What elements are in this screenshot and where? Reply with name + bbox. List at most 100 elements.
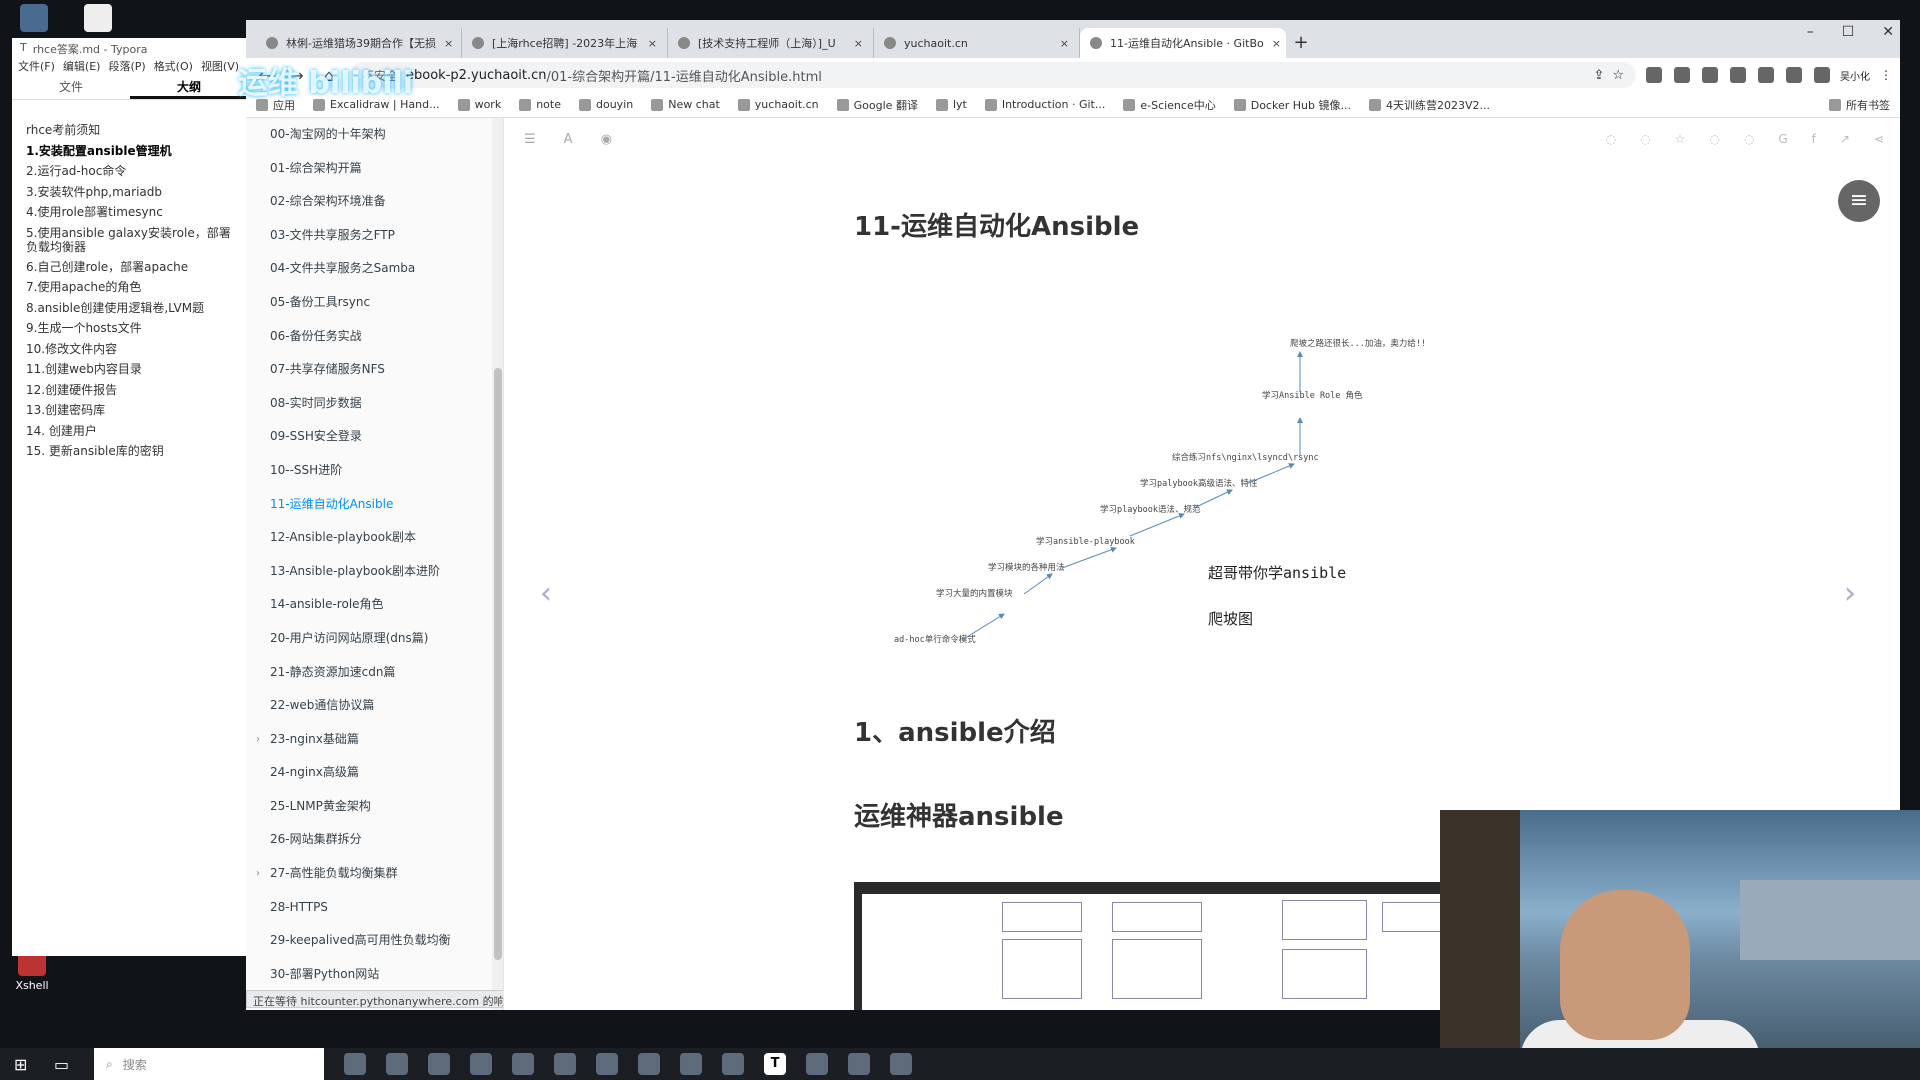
extension-icon[interactable] — [1758, 67, 1774, 83]
font-settings-icon[interactable]: A — [564, 132, 573, 147]
floating-menu-button[interactable]: ≡ — [1838, 180, 1880, 222]
share-icon[interactable]: ◌ — [1640, 132, 1650, 146]
more-icon[interactable]: ⋮ — [1880, 68, 1892, 82]
sidepanel-icon[interactable] — [1814, 67, 1830, 83]
outline-item[interactable]: 4.使用role部署timesync — [26, 202, 234, 223]
taskbar-app-icon[interactable] — [596, 1053, 618, 1075]
typora-taskbar-icon[interactable]: T — [764, 1053, 786, 1075]
summary-item[interactable]: 25-LNMP黄金架构 — [270, 790, 503, 824]
bookmark[interactable]: Introduction · Git... — [984, 98, 1105, 111]
summary-item[interactable]: 06-备份任务实战 — [270, 320, 503, 354]
outline-item[interactable]: 2.运行ad-hoc命令 — [26, 161, 234, 182]
summary-item[interactable]: 26-网站集群拆分 — [270, 823, 503, 857]
extension-icon[interactable] — [1646, 67, 1662, 83]
outline-item[interactable]: rhce考前须知 — [26, 120, 234, 141]
outline-item[interactable]: 12.创建硬件报告 — [26, 380, 234, 401]
menu-toggle-icon[interactable]: ☰ — [524, 132, 536, 147]
facebook-icon[interactable]: f — [1812, 132, 1816, 146]
outline-item[interactable]: 14. 创建用户 — [26, 421, 234, 442]
extension-icon[interactable] — [1674, 67, 1690, 83]
bookmark[interactable]: douyin — [579, 98, 633, 111]
summary-item[interactable]: 12-Ansible-playbook剧本 — [270, 521, 503, 555]
share-icon[interactable]: ◌ — [1744, 132, 1754, 146]
bookmark[interactable]: Docker Hub 镜像... — [1233, 97, 1351, 113]
summary-item[interactable]: 02-综合架构环境准备 — [270, 185, 503, 219]
summary-item[interactable]: 10--SSH进阶 — [270, 454, 503, 488]
bookmark[interactable]: note — [519, 98, 561, 111]
chevron-right-icon[interactable]: › — [256, 857, 260, 891]
folder-icon[interactable] — [722, 1053, 744, 1075]
summary-item[interactable]: 21-静态资源加速cdn篇 — [270, 656, 503, 690]
summary-item[interactable]: 14-ansible-role角色 — [270, 588, 503, 622]
taskbar-app-icon[interactable] — [554, 1053, 576, 1075]
tab-files[interactable]: 文件 — [12, 74, 130, 99]
close-window-icon[interactable]: ✕ — [1882, 24, 1894, 40]
menu-view[interactable]: 视图(V) — [201, 58, 239, 73]
extension-icon[interactable] — [1730, 67, 1746, 83]
bookmark[interactable]: Google 翻译 — [836, 97, 918, 113]
summary-item[interactable]: 03-文件共享服务之FTP — [270, 219, 503, 253]
menu-file[interactable]: 文件(F) — [18, 58, 55, 73]
close-icon[interactable]: × — [648, 37, 657, 50]
taskbar-app-icon[interactable] — [806, 1053, 828, 1075]
bookmark-star-icon[interactable]: ☆ — [1612, 68, 1624, 83]
taskbar-app-icon[interactable] — [638, 1053, 660, 1075]
summary-item[interactable]: › 27-高性能负载均衡集群 — [256, 857, 503, 891]
browser-tab[interactable]: [技术支持工程师（上海）]_U × — [668, 28, 874, 58]
taskbar-app-icon[interactable] — [428, 1053, 450, 1075]
maximize-icon[interactable]: ☐ — [1842, 24, 1855, 40]
outline-item[interactable]: 9.生成一个hosts文件 — [26, 318, 234, 339]
minimize-icon[interactable]: – — [1807, 24, 1814, 40]
summary-item[interactable]: 20-用户访问网站原理(dns篇) — [270, 622, 503, 656]
menu-format[interactable]: 格式(O) — [154, 58, 193, 73]
summary-item[interactable]: 22-web通信协议篇 — [270, 689, 503, 723]
bookmark[interactable]: yuchaoit.cn — [737, 98, 819, 111]
browser-tab-active[interactable]: 11-运维自动化Ansible · GitBo × — [1080, 28, 1286, 58]
taskbar-app-icon[interactable] — [890, 1053, 912, 1075]
close-icon[interactable]: × — [1272, 37, 1281, 50]
summary-item[interactable]: 09-SSH安全登录 — [270, 420, 503, 454]
task-view-icon[interactable]: ▭ — [54, 1055, 74, 1074]
summary-item[interactable]: 11-运维自动化Ansible — [270, 488, 503, 522]
chrome-icon[interactable] — [680, 1053, 702, 1075]
bookmark[interactable]: work — [457, 98, 501, 111]
summary-item[interactable]: 01-综合架构开篇 — [270, 152, 503, 186]
bookmark[interactable]: lyt — [935, 98, 967, 111]
summary-item[interactable]: 05-备份工具rsync — [270, 286, 503, 320]
share-icon[interactable]: ⇪ — [1593, 68, 1604, 83]
summary-item[interactable]: 07-共享存储服务NFS — [270, 353, 503, 387]
summary-item[interactable]: 28-HTTPS — [270, 891, 503, 925]
profile-label[interactable]: 吴小化 — [1840, 68, 1870, 83]
windows-start-icon[interactable]: ⊞ — [14, 1055, 34, 1074]
taskbar-app-icon[interactable] — [344, 1053, 366, 1075]
close-icon[interactable]: × — [1060, 37, 1069, 50]
outline-item[interactable]: 13.创建密码库 — [26, 400, 234, 421]
browser-tab[interactable]: [上海rhce招聘] -2023年上海 × — [462, 28, 668, 58]
summary-item[interactable]: 04-文件共享服务之Samba — [270, 252, 503, 286]
eye-icon[interactable]: ◉ — [601, 132, 612, 147]
wechat-icon[interactable] — [512, 1053, 534, 1075]
taskbar-app-icon[interactable] — [386, 1053, 408, 1075]
outline-item[interactable]: 11.创建web内容目录 — [26, 359, 234, 380]
bookmark[interactable]: e-Science中心 — [1123, 97, 1216, 113]
outline-item[interactable]: 7.使用apache的角色 — [26, 277, 234, 298]
summary-item[interactable]: 29-keepalived高可用性负载均衡 — [270, 924, 503, 958]
desktop-icon-document[interactable] — [68, 4, 128, 35]
outline-item[interactable]: 6.自己创建role，部署apache — [26, 257, 234, 278]
new-tab-button[interactable]: + — [1286, 28, 1316, 58]
desktop-icon-computer[interactable] — [4, 4, 64, 35]
share-icon[interactable]: ◌ — [1709, 132, 1719, 146]
summary-item[interactable]: 13-Ansible-playbook剧本进阶 — [270, 555, 503, 589]
outline-item[interactable]: 10.修改文件内容 — [26, 339, 234, 360]
extension-icon[interactable] — [1702, 67, 1718, 83]
puzzle-icon[interactable] — [1786, 67, 1802, 83]
taskbar-app-icon[interactable] — [470, 1053, 492, 1075]
share-icon[interactable]: ↗ — [1840, 132, 1850, 146]
outline-item[interactable]: 15. 更新ansible库的密钥 — [26, 441, 234, 462]
taskbar-search[interactable]: ⌕ 搜索 — [94, 1048, 324, 1080]
outline-item[interactable]: 8.ansible创建使用逻辑卷,LVM题 — [26, 298, 234, 319]
address-bar[interactable]: 不安全 ebook-p2.yuchaoit.cn/01-综合架构开篇/11-运维… — [350, 62, 1636, 88]
prev-page-icon[interactable]: ‹ — [540, 576, 552, 611]
bookmark[interactable]: 4天训练营2023V2... — [1368, 97, 1490, 113]
google-icon[interactable]: G — [1778, 132, 1787, 146]
